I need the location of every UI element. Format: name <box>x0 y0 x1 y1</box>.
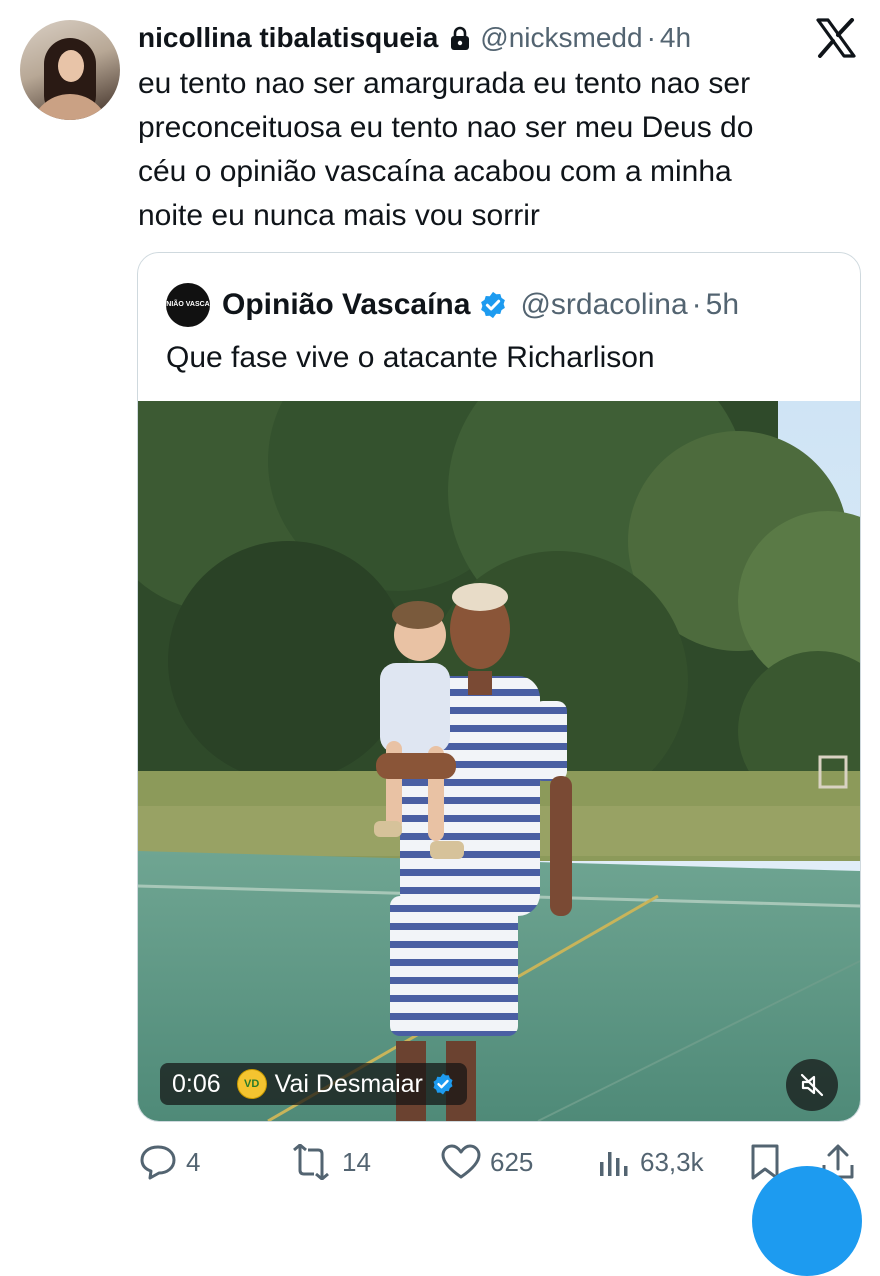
mute-button[interactable] <box>786 1059 838 1111</box>
quoted-avatar-text: OPINIÃO VASCAÍNA <box>154 301 222 308</box>
views-count: 63,3k <box>640 1146 704 1177</box>
video-timestamp: 0:06 <box>172 1069 221 1098</box>
like-button[interactable]: 625 <box>440 1140 533 1184</box>
quoted-avatar[interactable]: OPINIÃO VASCAÍNA <box>154 283 222 327</box>
author-handle[interactable]: @nicksmedd <box>480 22 642 54</box>
quoted-tweet[interactable]: OPINIÃO VASCAÍNA Opinião Vascaína @srdac… <box>137 252 861 1122</box>
quoted-handle[interactable]: @srdacolina <box>520 288 687 322</box>
tweet-line: preconceituosa eu tento nao ser meu Deus… <box>138 111 754 144</box>
verified-badge-icon <box>433 1073 453 1095</box>
reply-button[interactable]: 4 <box>138 1140 200 1184</box>
separator-dot: · <box>691 288 702 321</box>
source-logo-icon: VD <box>236 1069 267 1099</box>
repost-icon <box>293 1144 329 1180</box>
x-logo-icon <box>816 18 856 58</box>
author-avatar[interactable] <box>20 20 120 120</box>
tweet-actions: 4 14 625 63,3k <box>138 1140 858 1184</box>
repost-count: 14 <box>342 1146 371 1177</box>
tweet-line: eu tento nao ser amargurada eu tento nao… <box>138 67 751 100</box>
reply-icon <box>140 1145 176 1180</box>
compose-fab-button[interactable] <box>752 1166 862 1276</box>
separator-dot: · <box>646 22 656 53</box>
verified-badge-icon <box>481 291 506 319</box>
tweet-time[interactable]: 4h <box>660 22 691 54</box>
tweet-header: nicollina tibalatisqueia @nicksmedd · 4h <box>138 18 691 58</box>
analytics-icon <box>600 1152 628 1176</box>
video-frame <box>138 401 860 1121</box>
repost-button[interactable]: 14 <box>288 1140 371 1184</box>
avatar-shoulder <box>30 94 110 120</box>
like-count: 625 <box>490 1146 534 1177</box>
video-source-name[interactable]: Vai Desmaiar <box>275 1070 423 1099</box>
views-button[interactable]: 63,3k <box>596 1140 704 1184</box>
author-name[interactable]: nicollina tibalatisqueia <box>138 22 438 54</box>
tweet-line: céu o opinião vascaína acabou com a minh… <box>138 155 732 188</box>
quoted-time[interactable]: 5h <box>706 288 739 322</box>
quoted-text: Que fase vive o atacante Richarlison <box>166 341 655 374</box>
speaker-muted-icon <box>800 1073 824 1097</box>
tweet-line: noite eu nunca mais vou sorrir <box>138 199 540 232</box>
heart-icon <box>441 1144 481 1179</box>
tweet-text: eu tento nao ser amargurada eu tento nao… <box>138 62 838 238</box>
quoted-header: OPINIÃO VASCAÍNA Opinião Vascaína @srdac… <box>154 283 739 327</box>
avatar-face <box>58 50 84 82</box>
video-player[interactable]: 0:06 VD Vai Desmaiar <box>138 401 860 1121</box>
reply-count: 4 <box>186 1146 201 1177</box>
video-overlay-bar: 0:06 VD Vai Desmaiar <box>160 1063 467 1105</box>
lock-icon <box>451 26 470 50</box>
quoted-author-name[interactable]: Opinião Vascaína <box>222 288 470 322</box>
